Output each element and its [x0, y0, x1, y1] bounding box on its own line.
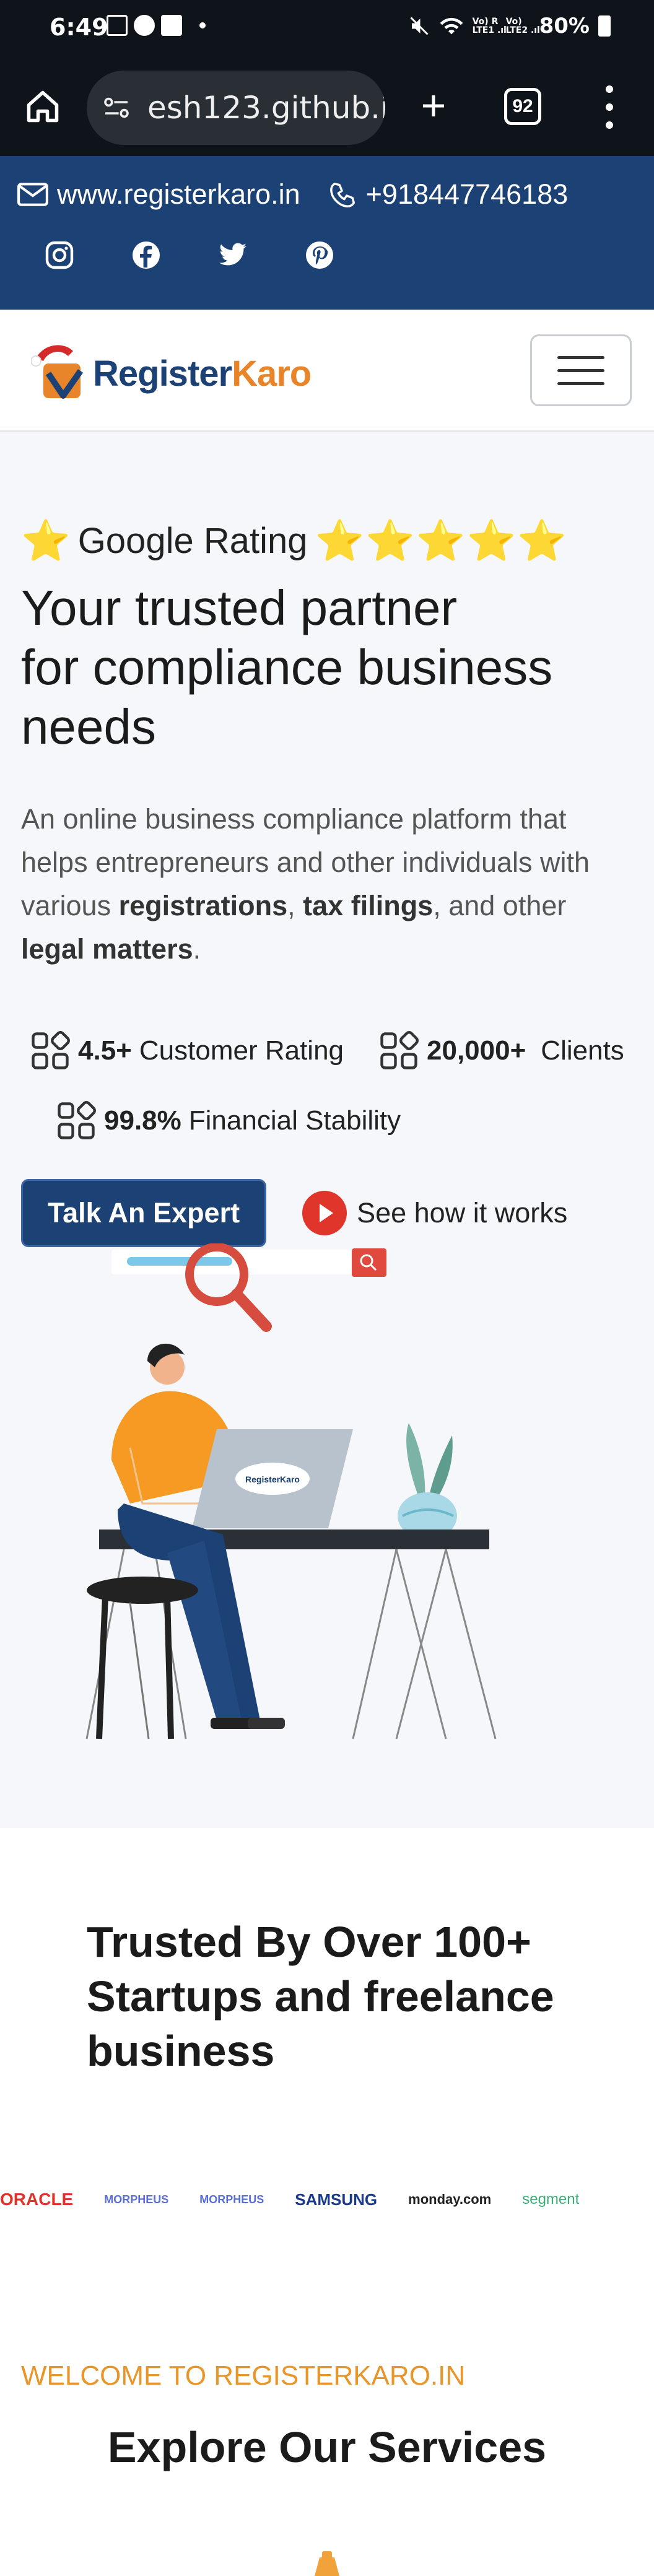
- trusted-title-line: business: [87, 2027, 275, 2075]
- welcome-label: WELCOME TO REGISTERKARO.IN: [21, 2361, 466, 2391]
- chat-icon: [134, 15, 155, 36]
- brand-logo: SAMSUNG: [295, 2190, 378, 2209]
- brand-logo: MORPHEUS: [104, 2193, 169, 2206]
- nav-toggle-button[interactable]: [530, 334, 632, 406]
- status-time: 6:49: [50, 14, 108, 41]
- stat-stability: 99.8% Financial Stability: [56, 1092, 401, 1150]
- trusted-title-line: Startups and freelance: [87, 1972, 554, 2021]
- stat-rating: 4.5+ Customer Rating: [30, 1022, 344, 1080]
- grid-icon: [58, 1101, 96, 1139]
- site-settings-icon[interactable]: [103, 97, 130, 119]
- desc-bold: legal matters: [21, 933, 193, 965]
- stat-value: 20,000+: [427, 1035, 526, 1066]
- wifi-icon: [440, 17, 463, 35]
- app-icon: [161, 15, 182, 36]
- star-icon: ⭐: [21, 518, 71, 563]
- signal-2-icon: Vo) LTE2 .ıl: [505, 17, 540, 35]
- desc-text: , and other: [433, 890, 567, 921]
- social-links: [45, 240, 334, 270]
- talk-expert-button[interactable]: Talk An Expert: [21, 1179, 267, 1247]
- brand-logo: MORPHEUS: [199, 2193, 264, 2206]
- more-notifications-icon: [199, 22, 206, 28]
- url-text: esh123.github.io: [147, 90, 385, 126]
- brand-logo: monday.com: [408, 2191, 492, 2207]
- play-icon: [302, 1191, 347, 1235]
- rating-stars: ⭐⭐⭐⭐⭐: [315, 518, 568, 563]
- stats-row: 4.5+ Customer Rating 20,000+ Clients 99.…: [21, 1022, 634, 1162]
- client-logos: ORACLE MORPHEUS MORPHEUS SAMSUNG monday.…: [0, 2187, 654, 2212]
- battery-icon: [598, 15, 611, 37]
- desc-text: .: [193, 933, 201, 965]
- system-status: Vo) R LTE1 .ıl Vo) LTE2 .ıl 80%: [408, 14, 611, 38]
- site-logo[interactable]: RegisterKaro: [31, 339, 312, 407]
- trusted-section: Trusted By Over 100+ Startups and freela…: [0, 1828, 654, 2212]
- signal-1-icon: Vo) R LTE1 .ıl: [472, 17, 507, 35]
- overflow-menu-icon[interactable]: [602, 85, 617, 129]
- hero-title: Your trusted partner for compliance busi…: [21, 578, 628, 757]
- logo-text-accent: Karo: [232, 353, 312, 394]
- grid-icon: [380, 1031, 419, 1069]
- email-text: www.registerkaro.in: [57, 178, 300, 210]
- services-section: WELCOME TO REGISTERKARO.IN Explore Our S…: [0, 2212, 654, 2576]
- stat-label: Customer Rating: [139, 1035, 344, 1066]
- stat-label: Clients: [541, 1035, 624, 1066]
- how-it-works-label: See how it works: [357, 1197, 568, 1229]
- hero-description: An online business compliance platform t…: [21, 798, 634, 971]
- tab-switcher-button[interactable]: 92: [504, 88, 541, 125]
- hero-illustration: RegisterKaro: [85, 1243, 497, 1739]
- trusted-title: Trusted By Over 100+ Startups and freela…: [87, 1915, 595, 2078]
- url-bar[interactable]: esh123.github.io: [87, 71, 385, 145]
- stat-clients: 20,000+ Clients: [378, 1022, 624, 1080]
- desc-bold: registrations: [118, 890, 288, 921]
- phone-link[interactable]: +918447746183: [329, 178, 569, 211]
- instagram-icon[interactable]: [45, 240, 74, 270]
- hero-title-line: needs: [21, 699, 156, 754]
- hero-title-line: Your trusted partner: [21, 580, 458, 635]
- pinterest-icon[interactable]: [305, 240, 334, 270]
- brand-logo: segment: [522, 2191, 580, 2208]
- twitter-icon[interactable]: [218, 240, 248, 270]
- laptop-logo-label: RegisterKaro: [245, 1474, 300, 1484]
- status-bar: 6:49 Vo) R LTE1 .ıl Vo) LTE2 .ıl 80%: [0, 0, 654, 57]
- phone-text: +918447746183: [365, 178, 569, 210]
- rating-label: Google Rating: [77, 521, 308, 561]
- contact-topbar: www.registerkaro.in +918447746183: [0, 156, 654, 310]
- service-icon: [315, 2551, 339, 2576]
- desc-text: ,: [287, 890, 303, 921]
- stat-value: 99.8%: [104, 1105, 181, 1136]
- hamburger-icon: [557, 355, 604, 359]
- grid-icon: [32, 1031, 70, 1069]
- mute-icon: [410, 17, 429, 35]
- how-it-works-link[interactable]: See how it works: [302, 1191, 567, 1235]
- site-navbar: RegisterKaro: [0, 310, 654, 432]
- logo-text-main: Register: [93, 353, 232, 394]
- gallery-icon: [107, 15, 128, 36]
- logo-text: RegisterKaro: [93, 353, 312, 394]
- desc-bold: tax filings: [303, 890, 434, 921]
- notification-icons: [107, 15, 206, 36]
- cta-row: Talk An Expert See how it works: [21, 1179, 567, 1247]
- logo-mark-icon: [31, 345, 84, 399]
- home-icon[interactable]: [24, 88, 62, 125]
- contact-info: www.registerkaro.in +918447746183: [17, 178, 568, 211]
- stat-label: Financial Stability: [188, 1105, 401, 1136]
- google-rating: ⭐ Google Rating ⭐⭐⭐⭐⭐: [21, 518, 568, 564]
- battery-percent: 80%: [539, 14, 590, 38]
- trusted-title-line: Trusted By Over 100+: [87, 1918, 531, 1966]
- facebook-icon[interactable]: [131, 240, 161, 270]
- hero-title-line: for compliance business: [21, 640, 553, 695]
- envelope-icon: [17, 183, 48, 206]
- new-tab-icon[interactable]: +: [415, 84, 452, 127]
- phone-icon: [329, 183, 355, 207]
- brand-logo: ORACLE: [0, 2190, 74, 2209]
- stat-value: 4.5+: [78, 1035, 132, 1066]
- email-link[interactable]: www.registerkaro.in: [17, 178, 300, 211]
- browser-toolbar: esh123.github.io + 92: [0, 57, 654, 156]
- hero-section: ⭐ Google Rating ⭐⭐⭐⭐⭐ Your trusted partn…: [0, 432, 654, 1828]
- services-title: Explore Our Services: [107, 2423, 547, 2471]
